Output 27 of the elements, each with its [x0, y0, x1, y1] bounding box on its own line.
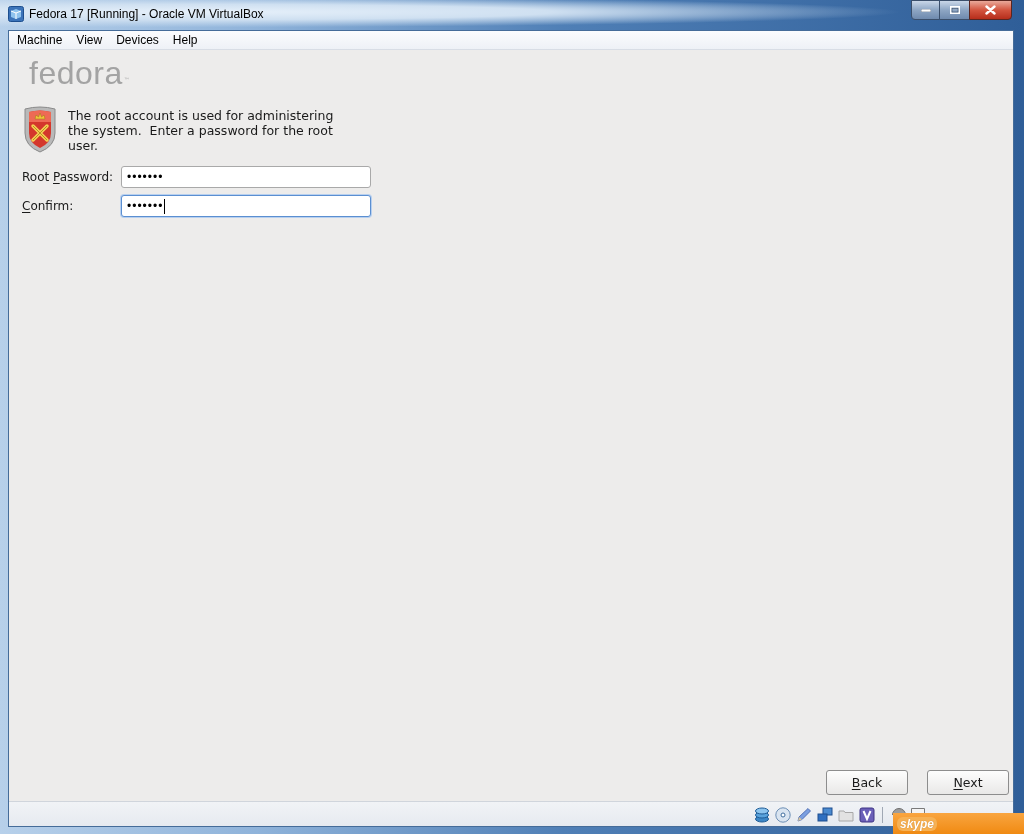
- window-title: Fedora 17 [Running] - Oracle VM VirtualBox: [29, 6, 264, 22]
- menu-item[interactable]: Help: [165, 30, 205, 50]
- password-field[interactable]: •••••••: [121, 166, 371, 188]
- close-icon: [985, 5, 996, 15]
- field-label: Root Password:: [21, 169, 115, 185]
- maximize-icon: [949, 6, 960, 14]
- pencil-icon[interactable]: [796, 807, 812, 823]
- minimize-icon: [920, 8, 931, 12]
- field-label: Confirm:: [21, 198, 75, 214]
- maximize-button[interactable]: [940, 0, 969, 20]
- hard-disk-icon[interactable]: [754, 807, 770, 823]
- network-icon[interactable]: [817, 807, 833, 823]
- password-field[interactable]: •••••••: [121, 195, 371, 217]
- minimize-button[interactable]: [911, 0, 940, 20]
- fedora-logo: fedora: [29, 56, 123, 90]
- optical-disc-icon[interactable]: [775, 807, 791, 823]
- v-badge-icon[interactable]: [859, 807, 875, 823]
- menu-item[interactable]: View: [69, 30, 110, 50]
- intro-text: The root account is used for administering the system. Enter a password for the root user.: [68, 108, 335, 153]
- menu-item[interactable]: Machine: [10, 30, 70, 50]
- app-cube-icon: [8, 6, 24, 22]
- wizard-button[interactable]: Back: [826, 770, 908, 795]
- menu-item[interactable]: Devices: [109, 30, 166, 50]
- close-button[interactable]: [969, 0, 1012, 20]
- wizard-button[interactable]: Next: [927, 770, 1009, 795]
- text-cursor: [164, 198, 166, 214]
- shield-icon: [22, 105, 58, 153]
